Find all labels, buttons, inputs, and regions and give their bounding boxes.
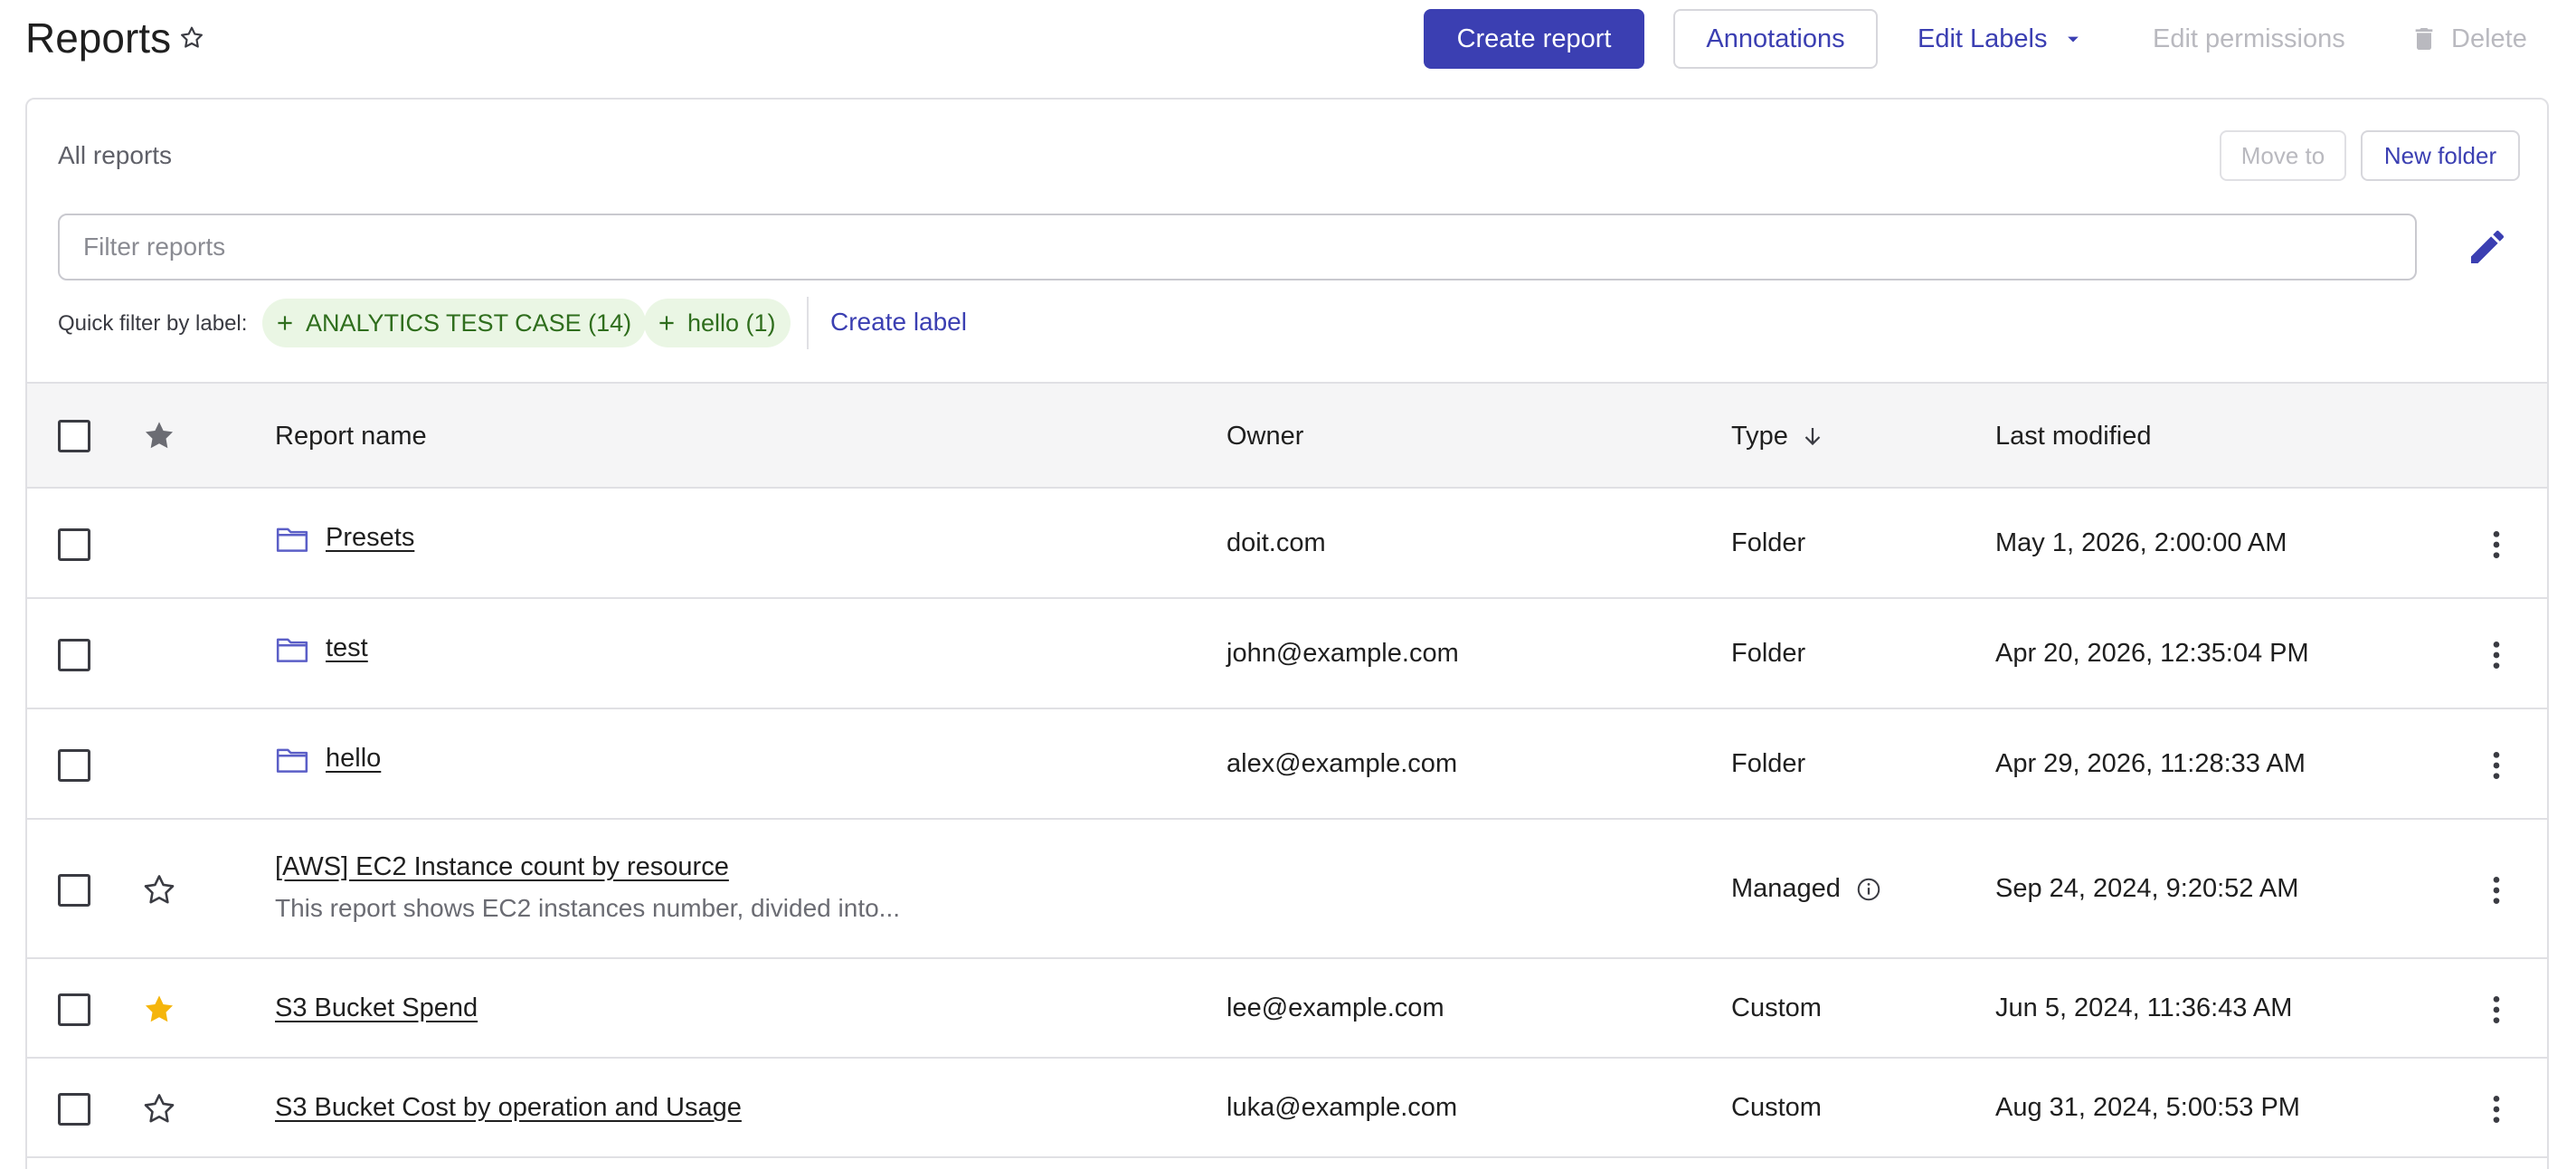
- kebab-menu-icon: [2493, 877, 2500, 904]
- column-header-owner[interactable]: Owner: [1226, 422, 1303, 451]
- reports-page: Reports Create report Annotations Edit L…: [0, 0, 2576, 1169]
- row-menu-button[interactable]: [2478, 1088, 2514, 1131]
- select-all-checkbox[interactable]: [58, 420, 90, 452]
- row-menu-button[interactable]: [2478, 988, 2514, 1031]
- column-header-type[interactable]: Type: [1731, 422, 1826, 451]
- type-cell: Managed: [1731, 874, 1882, 904]
- kebab-menu-icon: [2493, 1096, 2500, 1123]
- delete-label: Delete: [2451, 24, 2527, 53]
- divider: [807, 297, 809, 349]
- pencil-icon: [2471, 230, 2505, 263]
- label-chip-analytics[interactable]: ANALYTICS TEST CASE (14): [262, 299, 647, 347]
- create-report-button[interactable]: Create report: [1424, 9, 1644, 69]
- report-name-link[interactable]: S3 Bucket Spend: [275, 993, 478, 1023]
- folder-icon: [276, 638, 308, 662]
- star-outline-icon[interactable]: [139, 1089, 179, 1129]
- label-chip-hello[interactable]: hello (1): [644, 299, 791, 347]
- last-modified-cell: Aug 31, 2024, 5:00:53 PM: [1995, 1093, 2300, 1122]
- row-checkbox[interactable]: [58, 874, 90, 907]
- row-menu-button[interactable]: [2478, 633, 2514, 677]
- type-cell: Custom: [1731, 993, 1822, 1022]
- trash-icon: [2415, 28, 2433, 50]
- delete-button[interactable]: Delete: [2410, 9, 2527, 69]
- owner-cell: lee@example.com: [1226, 993, 1444, 1022]
- last-modified-cell: Apr 29, 2026, 11:28:33 AM: [1995, 749, 2306, 778]
- row-checkbox[interactable]: [58, 528, 90, 561]
- edit-labels-button[interactable]: Edit Labels: [1918, 9, 2086, 69]
- report-name-link[interactable]: [AWS] EC2 Instance count by resource: [275, 852, 729, 882]
- edit-filter-button[interactable]: [2462, 223, 2513, 273]
- chip-label: ANALYTICS TEST CASE (14): [306, 309, 632, 337]
- owner-cell: doit.com: [1226, 528, 1326, 557]
- table-row[interactable]: S3 Bucket Cost by operation and Usage lu…: [27, 1059, 2547, 1158]
- table-header: Report name Owner Type Last modified: [27, 382, 2547, 489]
- report-description: This report shows EC2 instances number, …: [275, 894, 901, 922]
- row-menu-button[interactable]: [2478, 869, 2514, 912]
- last-modified-cell: Jun 5, 2024, 11:36:43 AM: [1995, 993, 2293, 1022]
- last-modified-cell: Apr 20, 2026, 12:35:04 PM: [1995, 639, 2309, 668]
- create-label-button[interactable]: Create label: [830, 308, 967, 337]
- breadcrumb[interactable]: All reports: [58, 141, 172, 170]
- page-title: Reports: [25, 14, 172, 62]
- row-checkbox[interactable]: [58, 1093, 90, 1126]
- owner-cell: john@example.com: [1226, 639, 1459, 668]
- chip-label: hello (1): [687, 309, 776, 337]
- kebab-menu-icon: [2493, 531, 2500, 558]
- reports-panel: All reports Move to New folder Quick fil…: [25, 98, 2549, 1169]
- type-cell: Folder: [1731, 528, 1806, 557]
- edit-permissions-button[interactable]: Edit permissions: [2153, 9, 2345, 69]
- last-modified-cell: Sep 24, 2024, 9:20:52 AM: [1995, 874, 2299, 903]
- star-filled-icon[interactable]: [139, 990, 179, 1030]
- star-filled-icon[interactable]: [139, 416, 179, 456]
- row-checkbox[interactable]: [58, 749, 90, 782]
- owner-cell: luka@example.com: [1226, 1093, 1458, 1122]
- report-name-link[interactable]: S3 Bucket Cost by operation and Usage: [275, 1093, 742, 1123]
- table-row[interactable]: [AWS] EC2 Instance count by resource Thi…: [27, 820, 2547, 959]
- row-checkbox[interactable]: [58, 993, 90, 1026]
- arrow-down-icon: [1804, 427, 1821, 445]
- folder-icon: [276, 748, 308, 773]
- kebab-menu-icon: [2493, 752, 2500, 779]
- annotations-button[interactable]: Annotations: [1673, 9, 1878, 69]
- type-header-label: Type: [1731, 422, 1788, 451]
- report-name-link[interactable]: hello: [326, 744, 381, 774]
- plus-icon: [278, 316, 292, 330]
- kebab-menu-icon: [2493, 642, 2500, 669]
- edit-labels-label: Edit Labels: [1918, 24, 2048, 53]
- star-outline-icon[interactable]: [139, 870, 179, 910]
- move-to-button[interactable]: Move to: [2220, 130, 2346, 181]
- page-header: Reports Create report Annotations Edit L…: [0, 0, 2576, 78]
- type-cell: Custom: [1731, 1093, 1822, 1122]
- table-row[interactable]: S3 Bucket Spend lee@example.com Custom J…: [27, 959, 2547, 1059]
- table-row[interactable]: test john@example.com Folder Apr 20, 202…: [27, 599, 2547, 709]
- report-name-link[interactable]: test: [326, 633, 368, 663]
- type-cell: Folder: [1731, 749, 1806, 778]
- new-folder-button[interactable]: New folder: [2361, 130, 2520, 181]
- table-row[interactable]: Presets doit.com Folder May 1, 2026, 2:0…: [27, 489, 2547, 599]
- column-header-last-modified[interactable]: Last modified: [1995, 422, 2152, 451]
- star-outline-icon[interactable]: [177, 24, 206, 52]
- type-cell: Folder: [1731, 639, 1806, 668]
- report-name-link[interactable]: Presets: [326, 523, 414, 553]
- row-menu-button[interactable]: [2478, 523, 2514, 566]
- owner-cell: alex@example.com: [1226, 749, 1458, 778]
- row-checkbox[interactable]: [58, 639, 90, 671]
- quick-filter-label: Quick filter by label:: [58, 311, 248, 336]
- last-modified-cell: May 1, 2026, 2:00:00 AM: [1995, 528, 2287, 557]
- type-label: Managed: [1731, 874, 1841, 903]
- table-row[interactable]: hello alex@example.com Folder Apr 29, 20…: [27, 709, 2547, 820]
- info-icon[interactable]: [1855, 876, 1882, 903]
- filter-reports-input[interactable]: [58, 214, 2417, 280]
- row-menu-button[interactable]: [2478, 744, 2514, 787]
- folder-icon: [276, 527, 308, 552]
- kebab-menu-icon: [2493, 996, 2500, 1023]
- caret-down-icon: [2067, 36, 2079, 43]
- column-header-name[interactable]: Report name: [275, 422, 427, 451]
- plus-icon: [659, 316, 674, 330]
